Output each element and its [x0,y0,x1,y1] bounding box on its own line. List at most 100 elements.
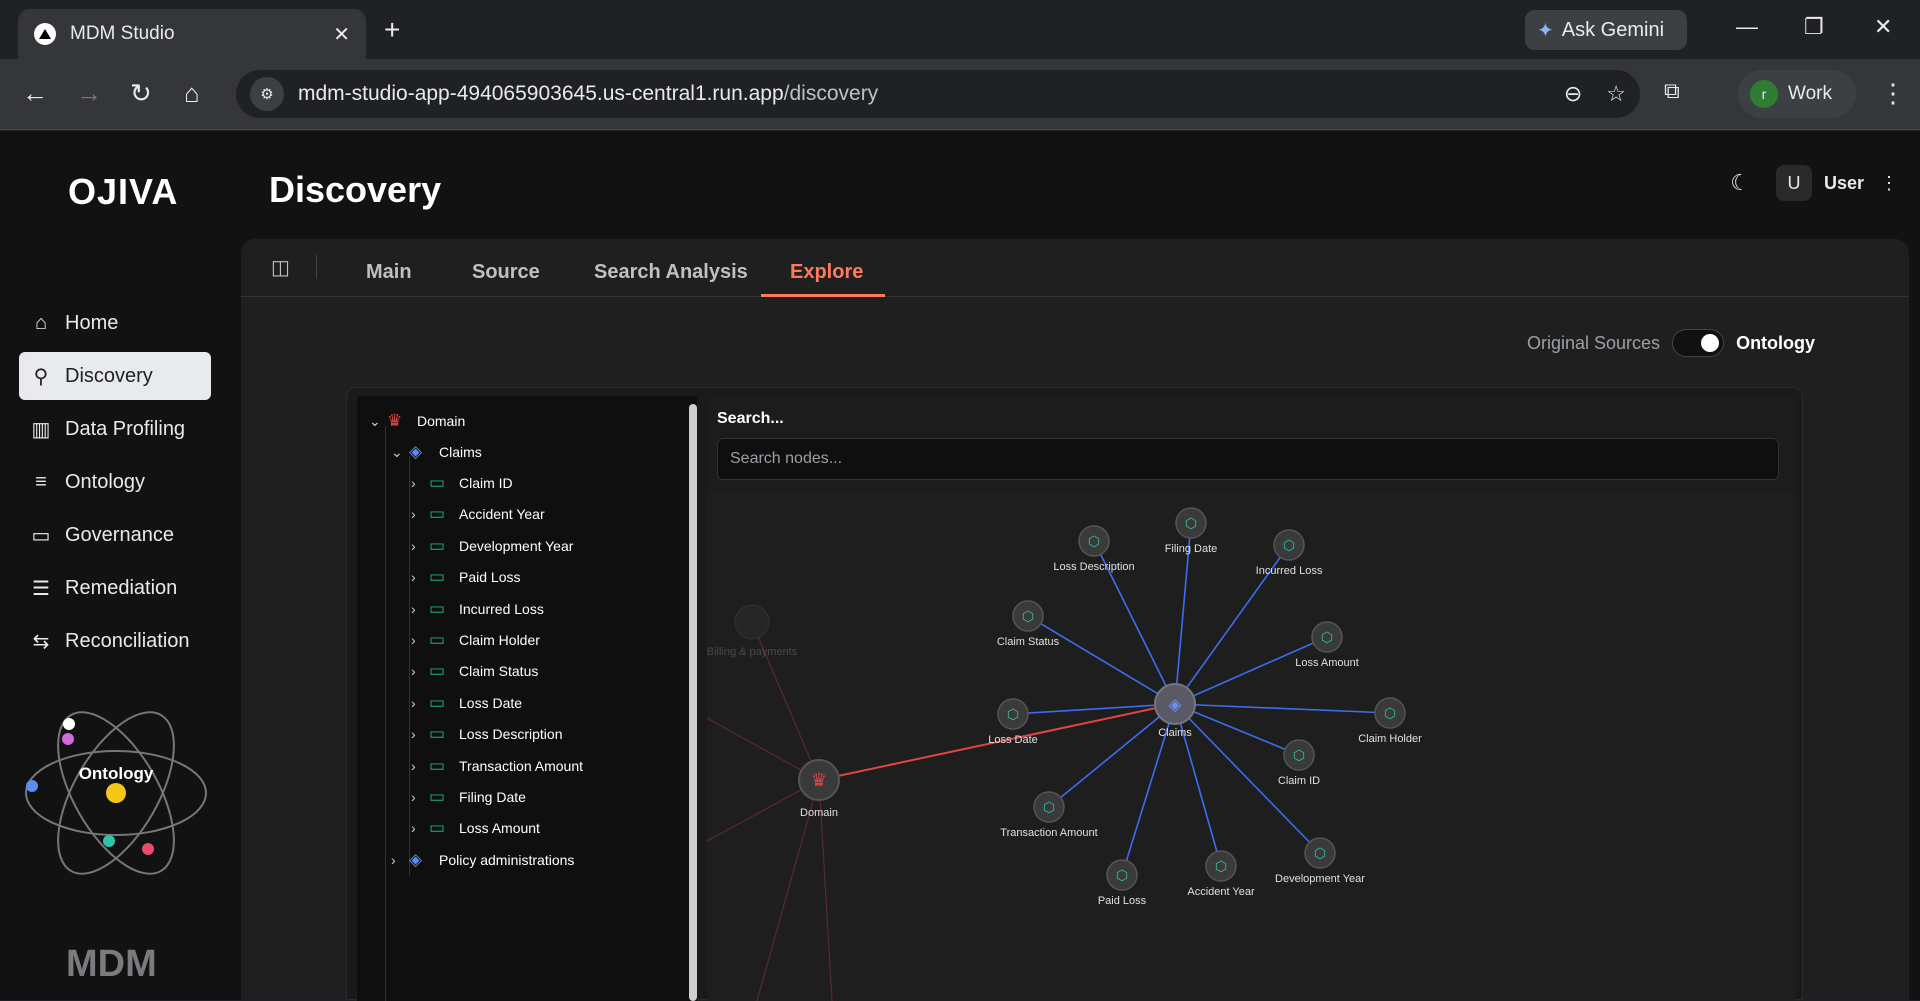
search-icon: ⚲ [33,365,49,388]
chevron-icon[interactable]: › [411,726,429,742]
tree-item-label: Accident Year [459,506,545,523]
chevron-icon[interactable]: › [411,663,429,679]
tab-search-analysis[interactable]: Search Analysis [594,261,748,284]
ontology-graph[interactable]: Billing & payments ♛ Domain ◈ Claims ⬡ Filing … [707,492,1796,1001]
tree-item-policy-administrations[interactable]: › ◈ Policy administrations [391,847,574,873]
tree-field-item[interactable]: › ▭ Transaction Amount [411,753,583,779]
graph-edge [1174,703,1391,714]
address-bar[interactable]: ⚙ mdm-studio-app-494065903645.us-central… [236,70,1640,118]
tree-field-item[interactable]: › ▭ Loss Amount [411,815,540,841]
sidebar-item-home[interactable]: ⌂ Home [19,299,211,347]
chevron-icon[interactable]: › [411,758,429,774]
graph-node-label: Claim Status [997,636,1060,648]
chevron-icon[interactable]: › [411,506,429,522]
tree-root-domain[interactable]: ⌄ ♛ Domain [369,408,465,434]
close-tab-icon[interactable]: ✕ [333,22,350,47]
tree-field-item[interactable]: › ▭ Claim ID [411,470,513,496]
graph-canvas[interactable]: Billing & payments ♛ Domain ◈ Claims ⬡ Filing … [707,492,1796,1001]
sidebar-item-label: Reconciliation [65,629,190,652]
site-favicon-icon [34,23,56,45]
close-window-icon[interactable]: ✕ [1874,14,1892,40]
tree-field-item[interactable]: › ▭ Loss Description [411,721,563,747]
chevron-icon[interactable]: › [411,569,429,585]
tab-source[interactable]: Source [472,261,540,284]
tree-field-item[interactable]: › ▭ Development Year [411,533,573,559]
sidebar-item-ontology[interactable]: ≡ Ontology [19,458,211,506]
sidebar-item-data-profiling[interactable]: ▥ Data Profiling [19,405,211,453]
profile-button[interactable]: r Work [1738,70,1856,118]
tab-divider [316,255,317,279]
tree-item-label: Incurred Loss [459,600,544,617]
chevron-icon[interactable]: › [411,820,429,836]
home-page-icon[interactable]: ⌂ [184,78,200,109]
tab-explore[interactable]: Explore [790,261,863,284]
back-icon[interactable]: ← [22,78,48,109]
sidebar-item-label: Data Profiling [65,417,186,440]
sidebar-item-discovery[interactable]: ⚲ Discovery [19,352,211,400]
page-title: Discovery [269,169,442,210]
reload-icon[interactable]: ↻ [130,78,152,109]
site-info-icon[interactable]: ⚙ [250,77,284,111]
tree-item-claims[interactable]: ⌄ ◈ Claims [391,439,482,465]
chevron-icon[interactable]: › [411,475,429,491]
home-icon: ⌂ [34,311,48,334]
view-toggle: Original Sources Ontology [1527,329,1815,357]
chevron-icon[interactable]: ⌄ [391,444,409,461]
tab-main[interactable]: Main [366,261,412,284]
browser-menu-icon[interactable]: ⋮ [1880,78,1906,109]
sidebar-item-reconciliation[interactable]: ⇆ Reconciliation [19,617,211,665]
tree-field-item[interactable]: › ▭ Paid Loss [411,564,520,590]
forward-icon[interactable]: → [76,78,102,109]
tree-field-item[interactable]: › ▭ Loss Date [411,690,522,716]
tree-field-item[interactable]: › ▭ Incurred Loss [411,596,544,622]
tree-field-item[interactable]: › ▭ Filing Date [411,784,526,810]
graph-node-billing[interactable] [734,604,770,640]
tree-item-label: Claim Status [459,663,539,680]
user-name[interactable]: User [1824,173,1864,194]
crown-icon: ♛ [387,411,403,430]
chevron-icon[interactable]: › [411,538,429,554]
zoom-icon[interactable]: ⊖ [1564,81,1582,107]
user-avatar[interactable]: U [1775,165,1812,201]
search-nodes-input[interactable] [717,438,1779,480]
chevron-icon[interactable]: › [411,789,429,805]
new-tab-icon[interactable]: + [384,14,400,46]
chevron-icon[interactable]: › [411,632,429,648]
chevron-icon[interactable]: › [411,695,429,711]
minimize-icon[interactable]: — [1736,14,1758,40]
database-icon: ≡ [35,470,47,493]
tree-scrollbar[interactable] [689,404,697,1001]
main-content: ◫ Main Source Search Analysis Explore Or… [241,239,1909,1001]
cube-icon: ⬡ [1088,534,1100,550]
browser-toolbar: ← → ↻ ⌂ ⚙ mdm-studio-app-494065903645.us… [0,59,1920,130]
cube-icon: ⬡ [1293,748,1305,764]
app-logo: OJIVA [68,171,179,212]
restore-icon[interactable]: ❐ [1804,14,1824,40]
chevron-icon[interactable]: ⌄ [369,413,387,430]
sidebar-item-remediation[interactable]: ☰ Remediation [19,564,211,612]
electron-p [103,835,115,847]
sidebar-item-governance[interactable]: ▭ Governance [19,511,211,559]
tree-field-item[interactable]: › ▭ Claim Holder [411,627,540,653]
cube-icon: ⬡ [1007,707,1019,723]
header-user-area: ☾ U User ⋮ [1730,165,1898,201]
electron-g [142,843,154,855]
sidebar-toggle-icon[interactable]: ◫ [271,255,290,280]
tree-field-item[interactable]: › ▭ Claim Status [411,658,538,684]
chevron-icon[interactable]: › [411,601,429,617]
cube-icon: ⬡ [1314,846,1326,862]
browser-tab[interactable]: MDM Studio ✕ [18,9,366,59]
electron-b [26,780,38,792]
user-menu-icon[interactable]: ⋮ [1880,173,1898,194]
chevron-icon[interactable]: › [391,852,409,868]
tree-field-item[interactable]: › ▭ Accident Year [411,501,545,527]
ask-gemini-button[interactable]: ✦ Ask Gemini [1525,10,1687,50]
ontology-atom-graphic[interactable]: Ontology [14,691,219,896]
theme-moon-icon[interactable]: ☾ [1730,170,1750,196]
sidebar-item-label: Remediation [65,576,178,599]
bookmark-star-icon[interactable]: ☆ [1606,81,1626,107]
url-text[interactable]: mdm-studio-app-494065903645.us-central1.… [298,82,1540,106]
view-switch[interactable] [1672,329,1725,357]
tab-search-icon[interactable]: ⧉ [1664,78,1680,104]
layers-icon: ◈ [1168,695,1182,715]
